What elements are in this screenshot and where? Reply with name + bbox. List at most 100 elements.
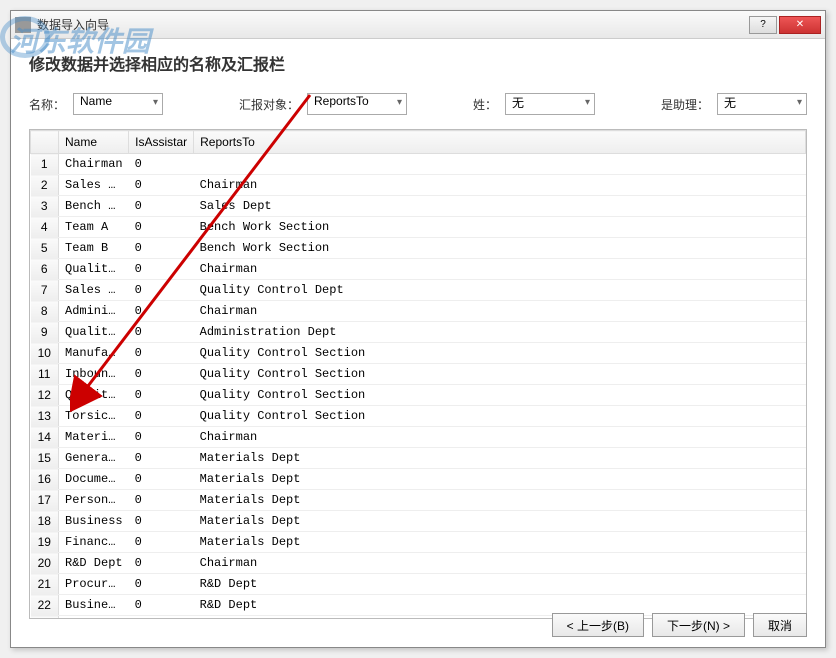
assist-cell[interactable]: 0 [129, 616, 194, 620]
assist-cell[interactable]: 0 [129, 448, 194, 469]
reports-cell[interactable]: Materials Dept [194, 490, 806, 511]
name-cell[interactable]: R&D Dept [59, 553, 129, 574]
assist-cell[interactable]: 0 [129, 217, 194, 238]
help-button[interactable]: ? [749, 16, 777, 34]
reports-cell[interactable]: Quality Control Section [194, 343, 806, 364]
reports-cell[interactable]: Quality Control Dept [194, 280, 806, 301]
reports-cell[interactable]: Administration Dept [194, 322, 806, 343]
table-row[interactable]: 18Business0Materials Dept [31, 511, 806, 532]
assist-cell[interactable]: 0 [129, 280, 194, 301]
name-cell[interactable]: Inboun… [59, 364, 129, 385]
reports-cell[interactable]: Sales Dept [194, 196, 806, 217]
table-row[interactable]: 13Torsic…0Quality Control Section [31, 406, 806, 427]
next-button[interactable]: 下一步(N) > [652, 613, 745, 637]
assist-cell[interactable]: 0 [129, 343, 194, 364]
name-cell[interactable]: Chairman [59, 154, 129, 175]
reports-cell[interactable]: Chairman [194, 553, 806, 574]
assist-cell[interactable]: 0 [129, 574, 194, 595]
reports-cell[interactable]: Chairman [194, 259, 806, 280]
assist-cell[interactable]: 0 [129, 364, 194, 385]
assist-cell[interactable]: 0 [129, 154, 194, 175]
prev-button[interactable]: < 上一步(B) [552, 613, 644, 637]
name-cell[interactable]: Genera… [59, 448, 129, 469]
table-row[interactable]: 19Financ…0Materials Dept [31, 532, 806, 553]
name-cell[interactable]: Sales … [59, 280, 129, 301]
reports-cell[interactable]: Bench Work Section [194, 238, 806, 259]
col-reportsto[interactable]: ReportsTo [194, 131, 806, 154]
assist-cell[interactable]: 0 [129, 595, 194, 616]
col-isassistant[interactable]: IsAssistar [129, 131, 194, 154]
assist-cell[interactable]: 0 [129, 259, 194, 280]
reports-cell[interactable]: Chairman [194, 427, 806, 448]
table-row[interactable]: 7Sales …0Quality Control Dept [31, 280, 806, 301]
assist-cell[interactable]: 0 [129, 427, 194, 448]
name-cell[interactable]: Admini… [59, 301, 129, 322]
assist-cell[interactable]: 0 [129, 385, 194, 406]
reports-select[interactable]: ReportsTo [307, 93, 407, 115]
reports-cell[interactable]: Quality Control Section [194, 406, 806, 427]
data-table-container[interactable]: Name IsAssistar ReportsTo 1Chairman02Sal… [29, 129, 807, 619]
name-cell[interactable]: Procur… [59, 574, 129, 595]
cancel-button[interactable]: 取消 [753, 613, 807, 637]
assist-cell[interactable]: 0 [129, 322, 194, 343]
col-rownum[interactable] [31, 131, 59, 154]
close-button[interactable]: ✕ [779, 16, 821, 34]
table-row[interactable]: 12Qualit…0Quality Control Section [31, 385, 806, 406]
assist-cell[interactable]: 0 [129, 301, 194, 322]
reports-cell[interactable]: Quality Control Section [194, 385, 806, 406]
name-cell[interactable]: Person… [59, 490, 129, 511]
name-cell[interactable]: Financ… [59, 532, 129, 553]
assist-cell[interactable]: 0 [129, 532, 194, 553]
table-row[interactable]: 5Team B0Bench Work Section [31, 238, 806, 259]
name-cell[interactable]: Qualit… [59, 322, 129, 343]
reports-cell[interactable]: R&D Dept [194, 574, 806, 595]
table-row[interactable]: 2Sales …0Chairman [31, 175, 806, 196]
reports-cell[interactable] [194, 154, 806, 175]
reports-cell[interactable]: Materials Dept [194, 532, 806, 553]
name-cell[interactable]: Team A [59, 217, 129, 238]
reports-cell[interactable]: Materials Dept [194, 469, 806, 490]
col-name[interactable]: Name [59, 131, 129, 154]
name-cell[interactable]: Torsic… [59, 406, 129, 427]
reports-cell[interactable]: Chairman [194, 175, 806, 196]
table-row[interactable]: 3Bench …0Sales Dept [31, 196, 806, 217]
assist-cell[interactable]: 0 [129, 238, 194, 259]
surname-select[interactable]: 无 [505, 93, 595, 115]
name-cell[interactable]: Sales … [59, 175, 129, 196]
assist-cell[interactable]: 0 [129, 175, 194, 196]
name-cell[interactable]: Docume… [59, 469, 129, 490]
reports-cell[interactable]: Bench Work Section [194, 217, 806, 238]
table-row[interactable]: 4Team A0Bench Work Section [31, 217, 806, 238]
name-cell[interactable]: Business [59, 511, 129, 532]
table-row[interactable]: 10Manufa…0Quality Control Section [31, 343, 806, 364]
table-row[interactable]: 21Procur…0R&D Dept [31, 574, 806, 595]
name-cell[interactable]: Manufa… [59, 343, 129, 364]
assist-cell[interactable]: 0 [129, 406, 194, 427]
assist-cell[interactable]: 0 [129, 511, 194, 532]
name-cell[interactable]: Team B [59, 238, 129, 259]
table-row[interactable]: 14Materi…0Chairman [31, 427, 806, 448]
name-cell[interactable]: Bench … [59, 196, 129, 217]
assist-cell[interactable]: 0 [129, 553, 194, 574]
assistant-select[interactable]: 无 [717, 93, 807, 115]
table-row[interactable]: 15Genera…0Materials Dept [31, 448, 806, 469]
name-cell[interactable]: Steel … [59, 616, 129, 620]
reports-cell[interactable]: Chairman [194, 301, 806, 322]
table-row[interactable]: 17Person…0Materials Dept [31, 490, 806, 511]
assist-cell[interactable]: 0 [129, 490, 194, 511]
table-row[interactable]: 11Inboun…0Quality Control Section [31, 364, 806, 385]
reports-cell[interactable]: Quality Control Section [194, 364, 806, 385]
assist-cell[interactable]: 0 [129, 469, 194, 490]
table-row[interactable]: 20R&D Dept0Chairman [31, 553, 806, 574]
table-row[interactable]: 16Docume…0Materials Dept [31, 469, 806, 490]
name-cell[interactable]: Qualit… [59, 385, 129, 406]
table-row[interactable]: 1Chairman0 [31, 154, 806, 175]
name-select[interactable]: Name [73, 93, 163, 115]
name-cell[interactable]: Materi… [59, 427, 129, 448]
table-row[interactable]: 6Qualit…0Chairman [31, 259, 806, 280]
name-cell[interactable]: Qualit… [59, 259, 129, 280]
table-row[interactable]: 9Qualit…0Administration Dept [31, 322, 806, 343]
assist-cell[interactable]: 0 [129, 196, 194, 217]
reports-cell[interactable]: Materials Dept [194, 511, 806, 532]
name-cell[interactable]: Busine… [59, 595, 129, 616]
